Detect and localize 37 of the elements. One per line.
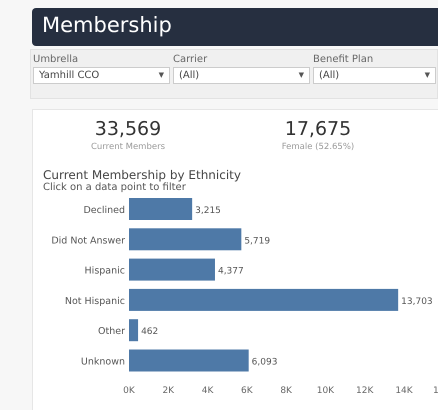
filter-label: Carrier bbox=[173, 53, 208, 67]
value-label: 5,719 bbox=[244, 236, 270, 246]
bar[interactable] bbox=[129, 198, 192, 220]
value-label: 4,377 bbox=[218, 266, 244, 276]
axis-tick-label: 4K bbox=[202, 386, 214, 396]
value-label: 6,093 bbox=[252, 357, 278, 368]
kpi-label: Current Members bbox=[90, 141, 166, 154]
axis-tick-label: 1 bbox=[433, 386, 438, 396]
chart-subtitle: Click on a data point to filter bbox=[43, 182, 187, 194]
page-title: Membership bbox=[42, 13, 172, 37]
value-label: 3,215 bbox=[195, 206, 221, 216]
value-label: 462 bbox=[141, 326, 158, 337]
category-label: Hispanic bbox=[84, 265, 125, 276]
axis-tick-label: 14K bbox=[395, 386, 413, 396]
axis-tick-label: 0K bbox=[123, 386, 135, 396]
axis-tick-label: 6K bbox=[241, 386, 253, 396]
category-label: Other bbox=[98, 326, 125, 337]
kpi-value: 33,569 bbox=[94, 117, 162, 141]
kpi-value: 17,675 bbox=[284, 117, 352, 141]
filter-label: Umbrella bbox=[33, 53, 80, 67]
bar[interactable] bbox=[129, 318, 138, 341]
chart-title: Current Membership by Ethnicity bbox=[43, 168, 242, 182]
value-label: 13,703 bbox=[401, 296, 433, 307]
axis-tick-label: 8K bbox=[280, 386, 292, 396]
category-label: Not Hispanic bbox=[64, 296, 125, 307]
bar[interactable] bbox=[129, 228, 242, 250]
axis-tick-label: 12K bbox=[356, 386, 374, 396]
axis-tick-label: 2K bbox=[162, 386, 174, 396]
category-label: Did Not Answer bbox=[51, 235, 125, 246]
filter-label: Benefit Plan bbox=[313, 53, 374, 67]
kpi-label: Female (52.65%) bbox=[280, 141, 356, 154]
category-label: Declined bbox=[83, 204, 125, 216]
bar[interactable] bbox=[129, 349, 249, 372]
axis-tick-label: 10K bbox=[316, 386, 334, 396]
bar[interactable] bbox=[129, 258, 215, 280]
bar[interactable] bbox=[129, 288, 398, 311]
category-label: Unknown bbox=[80, 356, 125, 368]
